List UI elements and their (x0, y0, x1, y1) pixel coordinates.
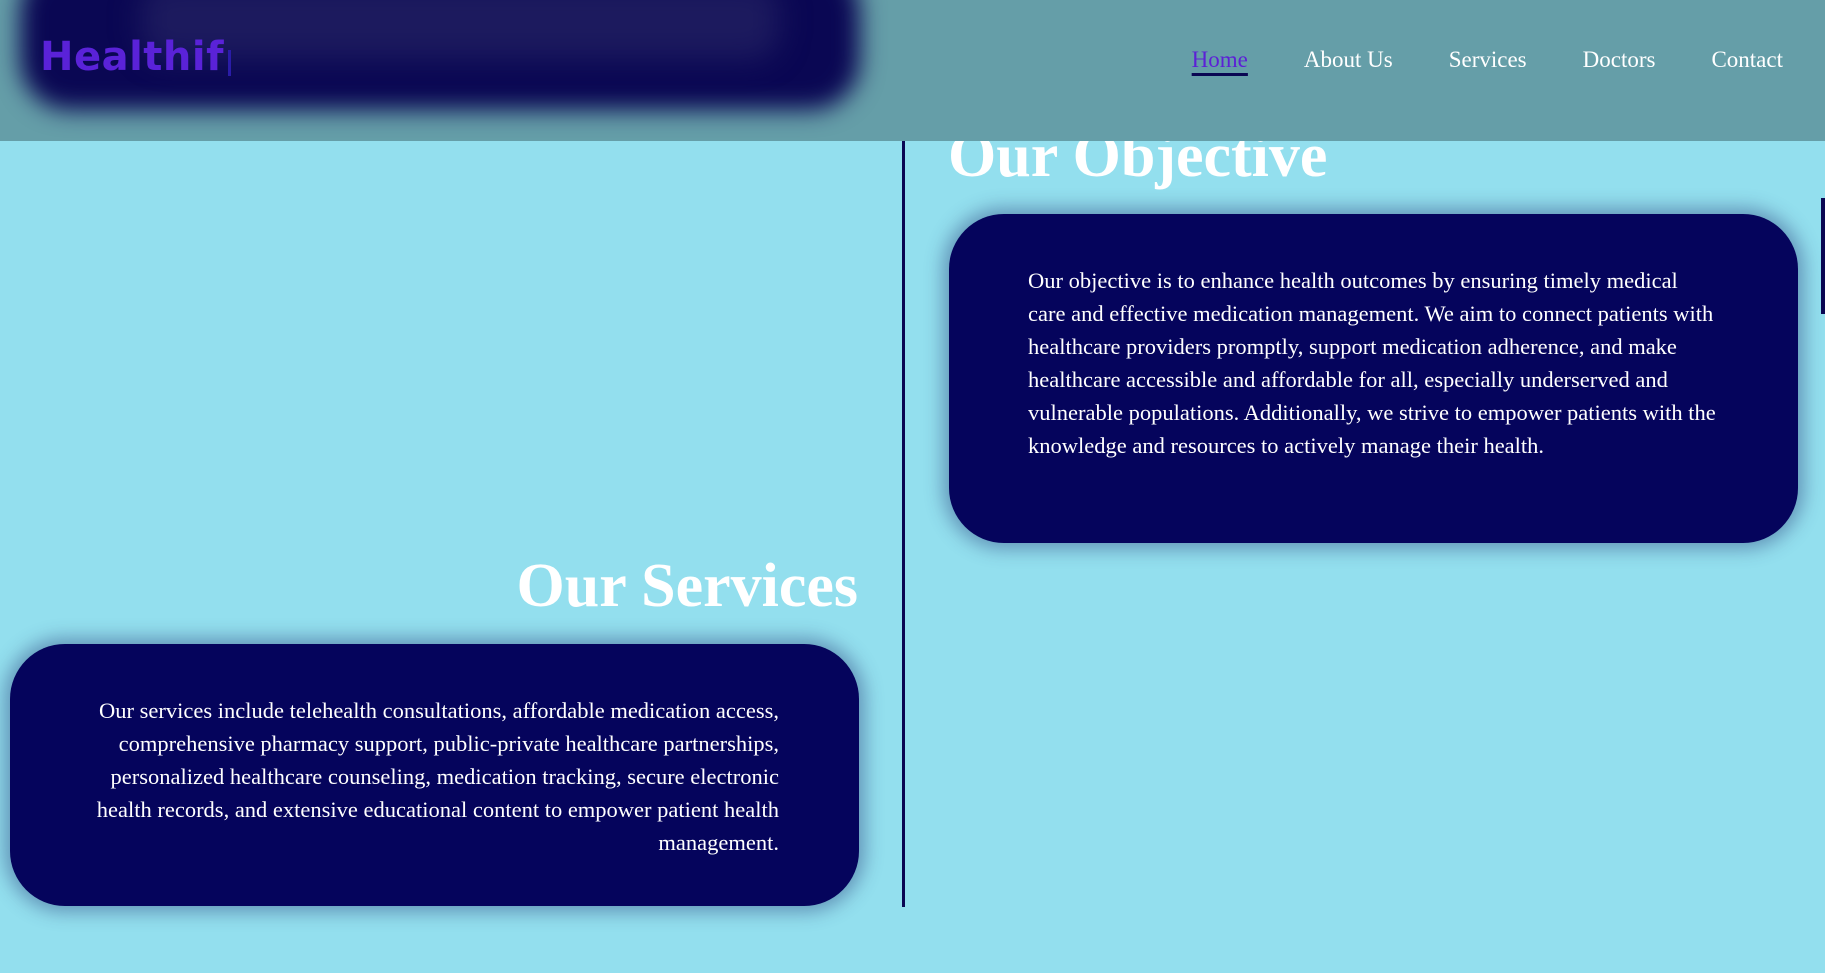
site-header: Healthif Home About Us Services Doctors … (0, 0, 1825, 141)
nav-home-link[interactable]: Home (1192, 44, 1248, 76)
nav-services-link[interactable]: Services (1449, 44, 1527, 76)
services-text: Our services include telehealth consulta… (96, 698, 779, 855)
page: Healthif Home About Us Services Doctors … (0, 0, 1825, 973)
main-nav: Home About Us Services Doctors Contact (1136, 44, 1783, 76)
nav-doctors-link[interactable]: Doctors (1583, 44, 1656, 76)
services-card: Our services include telehealth consulta… (10, 644, 859, 906)
nav-contact-link[interactable]: Contact (1711, 44, 1783, 76)
nav-about-us-link[interactable]: About Us (1304, 44, 1393, 76)
scrollbar-thumb[interactable] (1821, 198, 1825, 314)
objective-text: Our objective is to enhance health outco… (1028, 268, 1716, 458)
header-blur-highlight (140, 0, 780, 60)
site-logo[interactable]: Healthif (40, 34, 224, 80)
objective-card: Our objective is to enhance health outco… (949, 214, 1798, 543)
services-heading: Our Services (516, 552, 858, 620)
timeline-divider (902, 141, 905, 907)
logo-cursor-mark (228, 50, 231, 76)
